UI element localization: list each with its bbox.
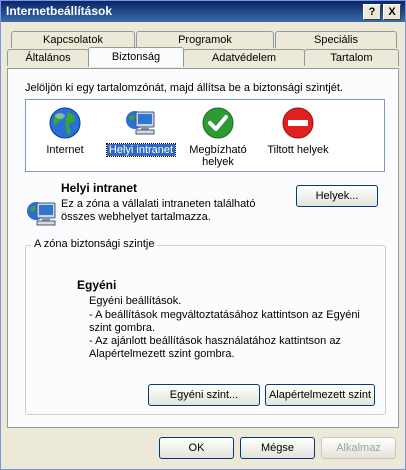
zone-label: Helyi intranet — [105, 143, 177, 157]
title-bar[interactable]: Internetbeállítások ? X — [1, 1, 405, 22]
close-button[interactable]: X — [383, 4, 401, 20]
security-level-bullet: - A beállítások megváltoztatásához katti… — [89, 309, 360, 334]
internet-options-window: Internetbeállítások ? X Kapcsolatok Prog… — [0, 0, 406, 470]
apply-button[interactable]: Alkalmaz — [321, 437, 396, 459]
tab-biztonsag[interactable]: Biztonság — [88, 47, 184, 67]
red-no-entry-icon — [281, 106, 315, 140]
group-title: A zóna biztonsági szintje — [31, 238, 158, 250]
zone-name: Helyi intranet — [61, 181, 138, 195]
zone-label: Tiltott helyek — [267, 144, 329, 156]
tab-tartalom[interactable]: Tartalom — [304, 49, 399, 66]
cancel-button[interactable]: Mégse — [240, 437, 315, 459]
tab-specialis[interactable]: Speciális — [275, 31, 397, 48]
security-level-bullet: - Az ajánlott beállítások használatához … — [89, 335, 341, 360]
tab-adatvedelem[interactable]: Adatvédelem — [183, 49, 305, 66]
zone-internet[interactable]: Internet — [30, 106, 100, 156]
zone-restricted-sites[interactable]: Tiltott helyek — [256, 106, 340, 156]
ok-button[interactable]: OK — [159, 437, 234, 459]
window-title: Internetbeállítások — [6, 4, 113, 18]
sites-button[interactable]: Helyek... — [296, 185, 378, 207]
green-check-icon — [201, 106, 235, 140]
security-level-desc: Egyéni beállítások. — [89, 295, 182, 307]
tab-altalanos[interactable]: Általános — [7, 49, 89, 66]
zone-label: Internet — [46, 144, 84, 156]
computer-globe-icon — [124, 106, 158, 140]
instruction-text: Jelöljön ki egy tartalomzónát, majd állí… — [25, 82, 343, 94]
tab-programok[interactable]: Programok — [136, 31, 274, 48]
zone-description: Ez a zóna a vállalati intraneten találha… — [61, 198, 256, 223]
help-button[interactable]: ? — [363, 4, 381, 20]
default-level-button[interactable]: Alapértelmezett szint — [265, 384, 375, 406]
custom-level-button[interactable]: Egyéni szint... — [148, 384, 260, 406]
globe-icon — [48, 106, 82, 140]
computer-globe-icon — [25, 197, 59, 231]
zone-trusted-sites[interactable]: Megbízható helyek — [183, 106, 253, 168]
zone-label: Megbízható helyek — [189, 144, 247, 168]
security-level-name: Egyéni — [77, 278, 117, 292]
zone-local-intranet[interactable]: Helyi intranet — [105, 106, 177, 157]
zone-list: Internet Helyi intranet Megbízható helye… — [25, 99, 385, 172]
tab-kapcsolatok[interactable]: Kapcsolatok — [11, 31, 135, 48]
